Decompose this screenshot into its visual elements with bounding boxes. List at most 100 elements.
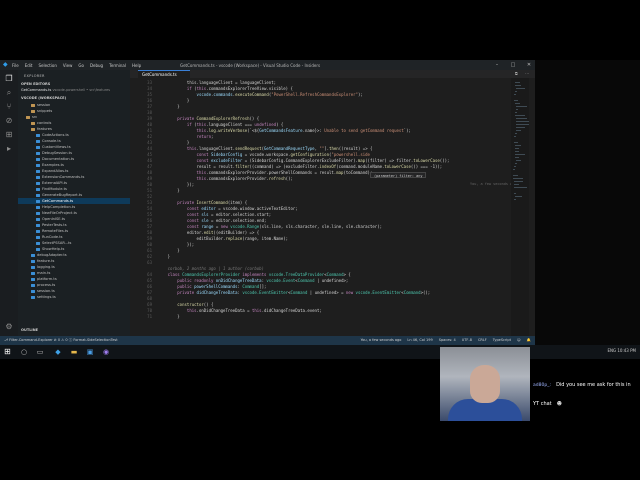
menu-edit[interactable]: Edit [25,63,33,68]
tree-item-label: ShowHelp.ts [42,247,65,251]
search-icon[interactable]: ⌕ [4,88,14,98]
code-token: this [186,308,197,313]
outline-header[interactable]: OUTLINE [21,328,38,332]
workspace-header[interactable]: VSCODE (WORKSPACE) [21,96,66,100]
tree-item-label: features [37,127,52,131]
ts-file-icon [31,289,35,293]
vscode-taskbar-icon[interactable]: ◆ [54,348,62,356]
status-left[interactable]: ⎇ Filter-Command-Explorer ⊘ 0 ⚠ 0 ⓘ Form… [4,338,118,343]
code-token: ()); [439,158,450,163]
debug-icon[interactable]: ⊘ [4,116,14,126]
code-token: `); [403,128,411,133]
open-editors-header[interactable]: OPEN EDITORS [21,82,50,86]
window-title: GetCommands.ts - vscode (Workspace) - Vi… [180,63,321,68]
minimap-line [515,196,522,197]
ts-file-icon [36,199,40,203]
code-token: vscode [196,92,211,97]
minimap[interactable] [511,78,530,336]
code-token: const [186,212,202,217]
editor-actions-icon[interactable]: ⧉ ⋯ [515,71,532,76]
tab-getcommands[interactable]: GetCommands.ts [138,70,190,78]
menu-debug[interactable]: Debug [90,63,103,68]
code-editor[interactable]: 33 this.languageClient = languageClient;… [130,78,535,336]
tree-item[interactable]: settings.ts [18,294,130,300]
code-token: this [196,176,207,181]
status-item[interactable]: 🔔 [527,338,531,342]
source-control-icon[interactable]: ⑂ [4,102,14,112]
app-icon[interactable]: ◉ [102,348,110,356]
menu-help[interactable]: Help [132,63,141,68]
vscode-window: ◆ File Edit Selection View Go Debug Terminal He… [0,60,535,345]
minimap-line [516,109,518,110]
ts-file-icon [36,151,40,155]
status-item[interactable]: UTF-8 [462,338,472,342]
status-item[interactable]: CRLF [478,338,487,342]
system-tray[interactable]: ENG 10:43 PM [607,348,636,353]
code-token: } [186,98,190,103]
file-explorer-icon[interactable]: ▬ [70,348,78,356]
minimap-line [516,106,528,107]
ts-file-icon [36,163,40,167]
menu-file[interactable]: File [12,63,19,68]
tree-item-label: DebugSession.ts [42,151,72,155]
code-token: this [251,308,262,313]
code-token: sls [201,212,209,217]
code-token: range [201,224,214,229]
menu-go[interactable]: Go [78,63,84,68]
code-token: class [167,272,183,277]
folder-icon [31,121,35,125]
code-token: GetCommandsFeature [259,128,303,133]
code-token: editor. [186,230,204,235]
powershell-icon[interactable]: ▸ [4,144,14,154]
status-item[interactable]: You, a few seconds ago [361,338,402,342]
menu-bar: File Edit Selection View Go Debug Terminal Help [12,60,141,70]
maximize-icon[interactable]: □ [509,62,517,68]
files-icon[interactable]: ❐ [4,74,14,84]
extensions-icon[interactable]: ⊞ [4,130,14,140]
minimap-line [515,154,526,155]
parameter-hint-popup: (parameter) filter: any [370,172,427,178]
code-token: const [186,218,202,223]
code-token: ); [357,92,363,97]
minimap-line [514,136,516,137]
code-token: this.languageClient = languageClient; [186,80,277,85]
tree-item-label: ExternalAPI.ts [42,181,68,185]
status-item[interactable]: Spaces: 4 [439,338,456,342]
gear-icon[interactable]: ⚙ [4,322,14,332]
ts-file-icon [36,139,40,143]
code-token: vscode.Range [230,224,260,229]
menu-view[interactable]: View [63,63,73,68]
code-token: ((result) => { [338,146,373,151]
window-controls: – □ ✕ [493,60,533,70]
windows-start-icon[interactable]: ⊞ [4,348,12,356]
open-editor-item[interactable]: GetCommands.ts vscode-powershell • src\f… [21,88,130,94]
terminal-icon[interactable]: ▣ [86,348,94,356]
code-token: (sls.line, sls.character, sle.line, sle.… [259,224,383,229]
ts-file-icon [36,145,40,149]
minimize-icon[interactable]: – [493,62,501,68]
ts-file-icon [36,217,40,221]
code-token: ((editBuilder) => { [213,230,260,235]
status-item[interactable]: Ln 46, Col 199 [407,338,432,342]
code-token: CommandsExplorerProvider [182,272,243,277]
minimap-line [515,112,517,113]
task-view-icon[interactable]: ▭ [36,348,44,356]
minimap-line [516,127,526,128]
code-token: CommandExplorerRefresh [196,116,250,121]
minimap-line [514,166,516,167]
code-token: = vscode.workspace. [242,152,291,157]
status-item[interactable]: ☺ [517,338,521,342]
tree-item-label: src [32,115,38,119]
code-token: public readonly [177,278,216,283]
code-token: }); [186,182,195,187]
code-token: .commandsExplorerTreeView.visible) { [206,86,293,91]
close-icon[interactable]: ✕ [525,62,533,68]
search-icon[interactable]: ○ [20,348,28,356]
menu-terminal[interactable]: Terminal [109,63,126,68]
ts-file-icon [31,277,35,281]
code-token: const [186,224,202,229]
menu-selection[interactable]: Selection [38,63,56,68]
minimap-line [514,187,528,188]
code-token: const [186,206,202,211]
status-item[interactable]: TypeScript [493,338,511,342]
